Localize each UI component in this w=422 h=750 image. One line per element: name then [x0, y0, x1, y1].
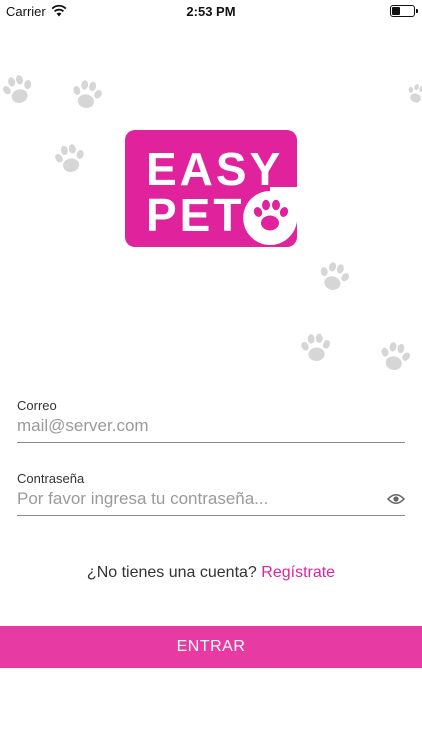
paw-print-icon — [0, 68, 40, 112]
password-underline — [17, 515, 405, 516]
login-button[interactable]: ENTRAR — [0, 626, 422, 668]
password-field-group: Contraseña — [17, 471, 405, 519]
battery-icon — [390, 5, 418, 17]
eye-icon[interactable] — [387, 492, 405, 506]
paw-print-icon — [296, 328, 335, 367]
paw-print-icon — [66, 74, 108, 116]
paw-print-icon — [400, 73, 422, 115]
email-field-group: Correo — [17, 398, 405, 446]
battery-level — [392, 7, 400, 15]
clock: 2:53 PM — [186, 4, 236, 19]
paw-print-icon — [374, 336, 417, 379]
register-prompt: ¿No tienes una cuenta? — [86, 564, 257, 581]
email-label: Correo — [17, 398, 57, 413]
register-link[interactable]: Regístrate — [261, 564, 335, 581]
password-label: Contraseña — [17, 471, 85, 486]
status-bar: Carrier 2:53 PM — [0, 0, 422, 22]
register-row: ¿No tienes una cuenta? Regístrate — [0, 564, 422, 582]
paw-badge-icon — [240, 187, 312, 247]
email-underline — [17, 442, 405, 443]
app-logo: EASY PET — [125, 130, 312, 247]
paw-print-icon — [49, 138, 91, 180]
logo-text-line2: PET — [146, 189, 245, 241]
paw-print-icon — [312, 255, 356, 299]
logo-text-line1: EASY — [146, 143, 284, 195]
password-input[interactable] — [17, 485, 377, 513]
email-input[interactable] — [17, 412, 377, 440]
